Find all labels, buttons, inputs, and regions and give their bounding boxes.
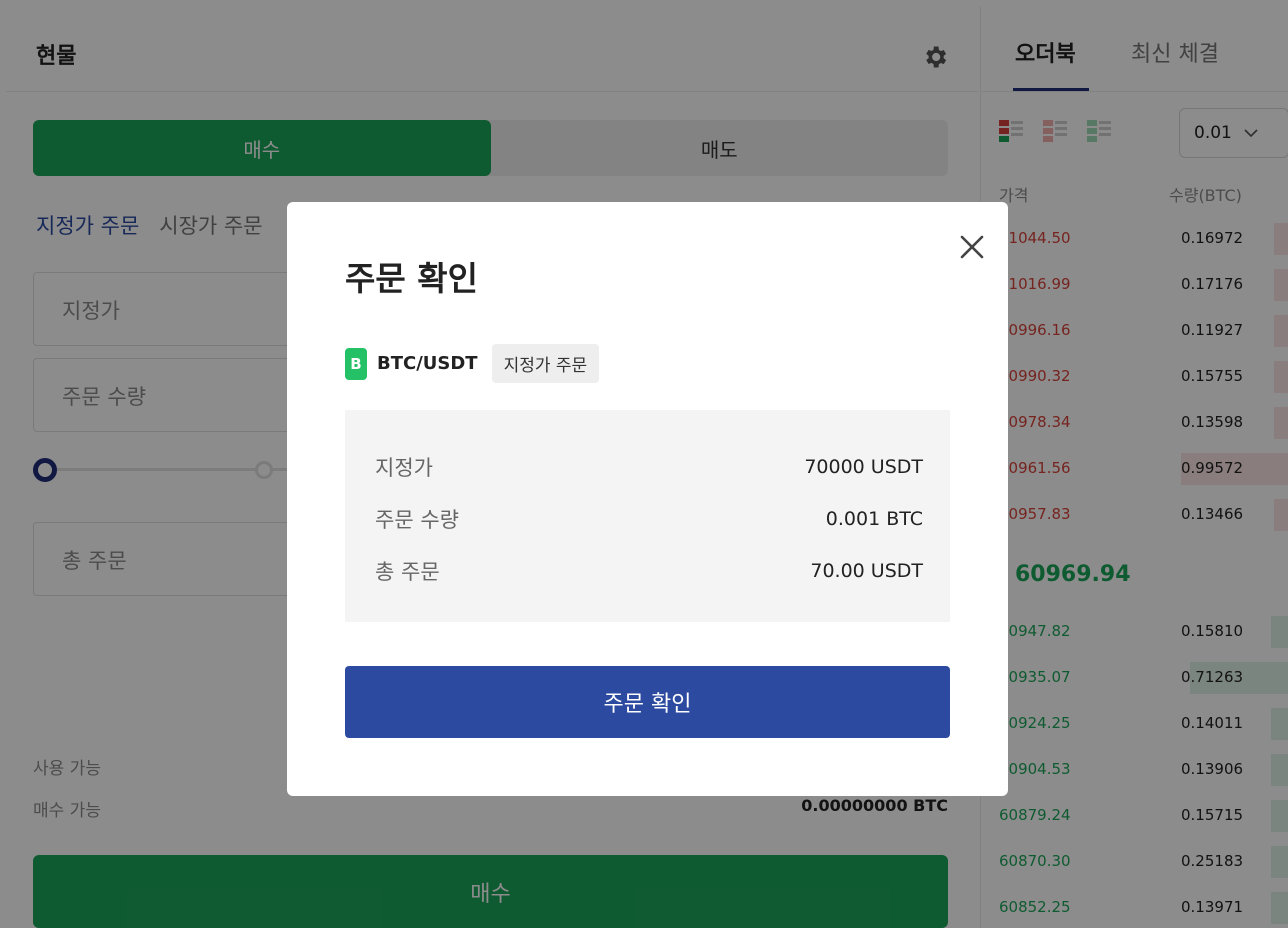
dialog-title: 주문 확인: [345, 259, 478, 298]
summary-row-total: 총 주문 70.00 USDT: [375, 556, 923, 586]
order-type-chip: 지정가 주문: [491, 344, 600, 383]
summary-value: 70000 USDT: [804, 456, 923, 478]
summary-row-price: 지정가 70000 USDT: [375, 452, 923, 482]
order-summary: 지정가 70000 USDT 주문 수량 0.001 BTC 총 주문 70.0…: [345, 410, 950, 622]
pair-info: B BTC/USDT 지정가 주문: [345, 344, 600, 383]
summary-label: 지정가: [375, 456, 433, 480]
order-confirm-dialog: 주문 확인 B BTC/USDT 지정가 주문 지정가 70000 USDT 주…: [287, 202, 1008, 796]
summary-value: 0.001 BTC: [825, 508, 923, 530]
summary-label: 주문 수량: [375, 508, 459, 532]
pair-name: BTC/USDT: [377, 353, 478, 374]
confirm-order-button[interactable]: 주문 확인: [345, 666, 950, 738]
summary-value: 70.00 USDT: [810, 560, 923, 582]
coin-badge-icon: B: [345, 347, 367, 380]
close-icon[interactable]: [955, 230, 989, 264]
summary-row-quantity: 주문 수량 0.001 BTC: [375, 504, 923, 534]
summary-label: 총 주문: [375, 560, 440, 584]
